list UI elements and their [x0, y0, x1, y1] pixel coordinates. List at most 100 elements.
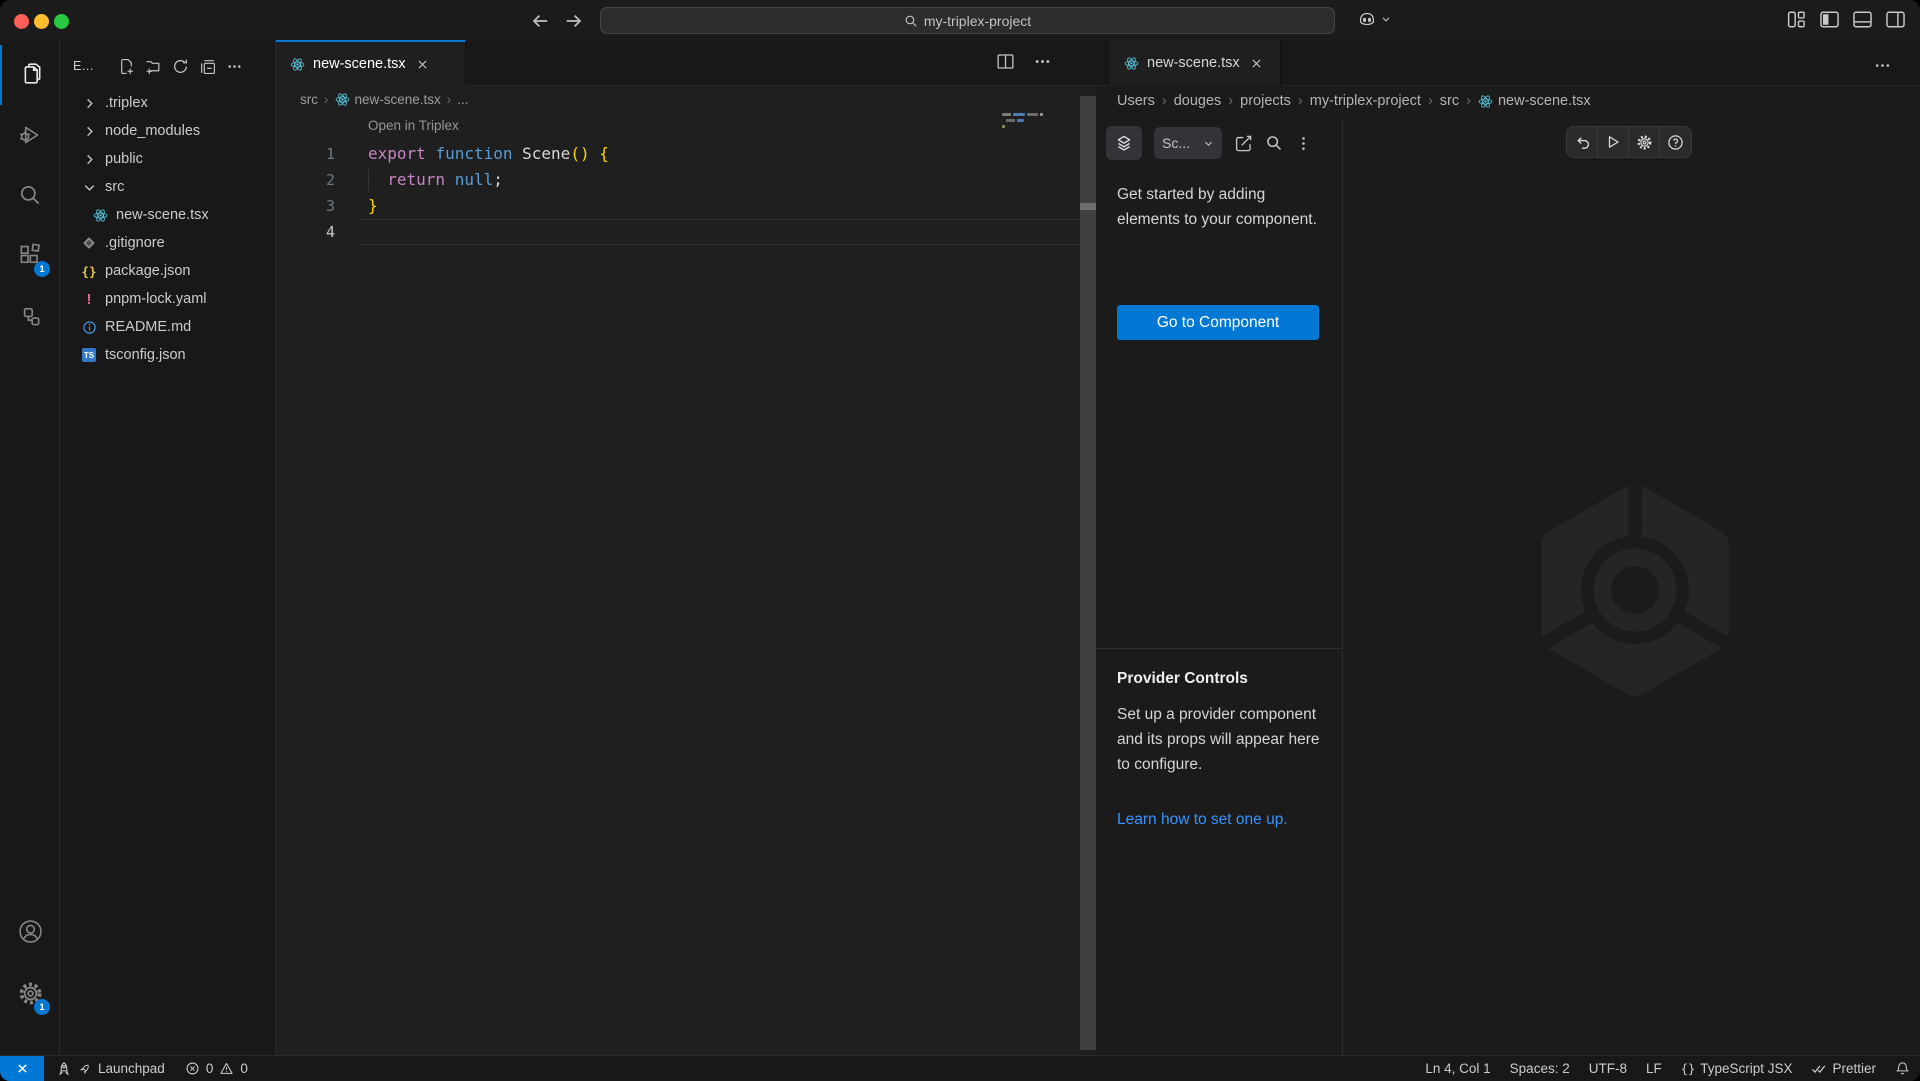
layers-icon [1115, 134, 1133, 152]
panel-tab-new-scene[interactable]: new-scene.tsx [1110, 40, 1281, 86]
exclaim-icon: ! [80, 290, 98, 308]
scene-layers-button[interactable] [1106, 126, 1142, 160]
status-eol[interactable]: LF [1646, 1061, 1662, 1076]
vscode-window: my-triplex-project [0, 0, 1920, 1081]
forward-arrow-icon[interactable] [562, 9, 586, 33]
braces-yellow-icon: {} [80, 262, 98, 280]
tab-close-icon[interactable] [414, 55, 432, 73]
info-icon [80, 318, 98, 336]
split-editor-icon[interactable] [996, 52, 1015, 71]
more-actions-icon[interactable] [226, 58, 243, 75]
edit-component-icon[interactable] [1234, 134, 1253, 153]
panel-toolbar: Sc... [1106, 126, 1312, 160]
code-line-4[interactable]: 4 [276, 219, 1080, 245]
run-debug-view-icon[interactable] [0, 105, 60, 165]
tab-new-scene[interactable]: new-scene.tsx [276, 40, 466, 86]
tree-item-src[interactable]: src [60, 173, 275, 201]
breadcrumb-item[interactable]: new-scene.tsx [335, 92, 441, 107]
tree-item-new-scene-tsx[interactable]: new-scene.tsx [60, 201, 275, 229]
breadcrumb-item[interactable]: src [300, 92, 318, 107]
status-formatter[interactable]: Prettier [1811, 1061, 1876, 1076]
scene-select-dropdown[interactable]: Sc... [1154, 127, 1222, 159]
close-window-button[interactable] [14, 14, 29, 29]
editor-scrollbar[interactable] [1080, 96, 1096, 1050]
new-folder-icon[interactable] [145, 58, 162, 75]
tree-item-public[interactable]: public [60, 145, 275, 173]
tree-item--gitignore[interactable]: .gitignore [60, 229, 275, 257]
triplex-view-icon[interactable] [0, 288, 60, 348]
react-file-icon [1124, 56, 1139, 71]
problems-status-item[interactable]: 0 0 [185, 1061, 248, 1076]
back-arrow-icon[interactable] [528, 9, 552, 33]
scene-settings-gear-icon[interactable] [1629, 127, 1660, 157]
tab-label: new-scene.tsx [313, 56, 406, 72]
extensions-badge: 1 [34, 261, 50, 277]
provider-setup-link[interactable]: Learn how to set one up. [1117, 811, 1288, 829]
react-file-icon [290, 57, 305, 72]
editor-more-actions-icon[interactable] [1033, 52, 1052, 71]
status-language-mode[interactable]: {}TypeScript JSX [1681, 1061, 1793, 1076]
panel-search-icon[interactable] [1265, 134, 1283, 152]
scene-actions-toolbar [1566, 126, 1692, 158]
tree-item-tsconfig-json[interactable]: TStsconfig.json [60, 341, 275, 369]
minimap[interactable] [1002, 112, 1048, 140]
minimize-window-button[interactable] [34, 14, 49, 29]
empty-state-text: Get started by adding elements to your c… [1117, 182, 1322, 232]
explorer-view-icon[interactable] [0, 45, 60, 105]
toggle-panel-icon[interactable] [1852, 9, 1873, 30]
status-notifications[interactable] [1895, 1061, 1910, 1076]
zoom-window-button[interactable] [54, 14, 69, 29]
breadcrumb-item[interactable]: ... [457, 92, 468, 107]
tree-item-package-json[interactable]: {}package.json [60, 257, 275, 285]
code-editor[interactable]: 1export function Scene() {2 return null;… [276, 141, 1080, 245]
code-line-1[interactable]: 1export function Scene() { [276, 141, 1080, 167]
breadcrumb-item[interactable]: new-scene.tsx [1478, 93, 1591, 109]
panel-tab-close-icon[interactable] [1248, 54, 1266, 72]
breadcrumb-item[interactable]: douges [1174, 93, 1222, 109]
panel-breadcrumb[interactable]: Users›douges›projects›my-triplex-project… [1096, 86, 1920, 116]
command-center-search[interactable]: my-triplex-project [600, 7, 1335, 34]
status-encoding[interactable]: UTF-8 [1589, 1061, 1627, 1076]
react-icon [91, 206, 109, 224]
search-view-icon[interactable] [0, 165, 60, 225]
status-cursor-position[interactable]: Ln 4, Col 1 [1425, 1061, 1490, 1076]
breadcrumb-item[interactable]: Users [1117, 93, 1155, 109]
breadcrumb-item[interactable]: my-triplex-project [1310, 93, 1421, 109]
play-icon[interactable] [1598, 127, 1629, 157]
warnings-count: 0 [240, 1061, 248, 1076]
undo-icon[interactable] [1567, 127, 1598, 157]
status-indentation[interactable]: Spaces: 2 [1510, 1061, 1570, 1076]
file-tree: .triplexnode_modulespublicsrcnew-scene.t… [60, 89, 275, 369]
settings-gear-icon[interactable]: 1 [0, 963, 60, 1023]
customize-layout-icon[interactable] [1786, 9, 1807, 30]
open-in-triplex-codelens[interactable]: Open in Triplex [368, 118, 459, 133]
small-rocket-icon [75, 1059, 95, 1079]
toggle-primary-sidebar-icon[interactable] [1819, 9, 1840, 30]
scene-viewport[interactable] [1343, 116, 1920, 1055]
breadcrumb-item[interactable]: src [1440, 93, 1459, 109]
new-file-icon[interactable] [118, 58, 135, 75]
panel-more-actions-icon[interactable] [1873, 56, 1892, 75]
editor-breadcrumb[interactable]: src›new-scene.tsx›... [276, 86, 1096, 112]
code-line-2[interactable]: 2 return null; [276, 167, 1080, 193]
launchpad-status-item[interactable]: Launchpad [56, 1061, 165, 1077]
help-icon[interactable] [1660, 127, 1691, 157]
tree-item-node-modules[interactable]: node_modules [60, 117, 275, 145]
code-line-3[interactable]: 3} [276, 193, 1080, 219]
panel-kebab-icon[interactable] [1295, 135, 1312, 152]
tree-item-pnpm-lock-yaml[interactable]: !pnpm-lock.yaml [60, 285, 275, 313]
copilot-menu[interactable] [1356, 8, 1392, 30]
extensions-view-icon[interactable]: 1 [0, 225, 60, 285]
tree-item--triplex[interactable]: .triplex [60, 89, 275, 117]
remote-indicator[interactable] [0, 1056, 44, 1081]
breadcrumb-item[interactable]: projects [1240, 93, 1291, 109]
settings-badge: 1 [34, 999, 50, 1015]
refresh-icon[interactable] [172, 58, 189, 75]
tree-item-readme-md[interactable]: README.md [60, 313, 275, 341]
collapse-all-icon[interactable] [199, 58, 216, 75]
chevron-right-icon [80, 122, 98, 140]
status-bar: Launchpad 0 0 Ln 4, Col 1 Spaces: 2 UTF-8 L… [0, 1055, 1920, 1081]
toggle-secondary-sidebar-icon[interactable] [1885, 9, 1906, 30]
go-to-component-button[interactable]: Go to Component [1117, 305, 1319, 340]
accounts-icon[interactable] [0, 901, 60, 961]
